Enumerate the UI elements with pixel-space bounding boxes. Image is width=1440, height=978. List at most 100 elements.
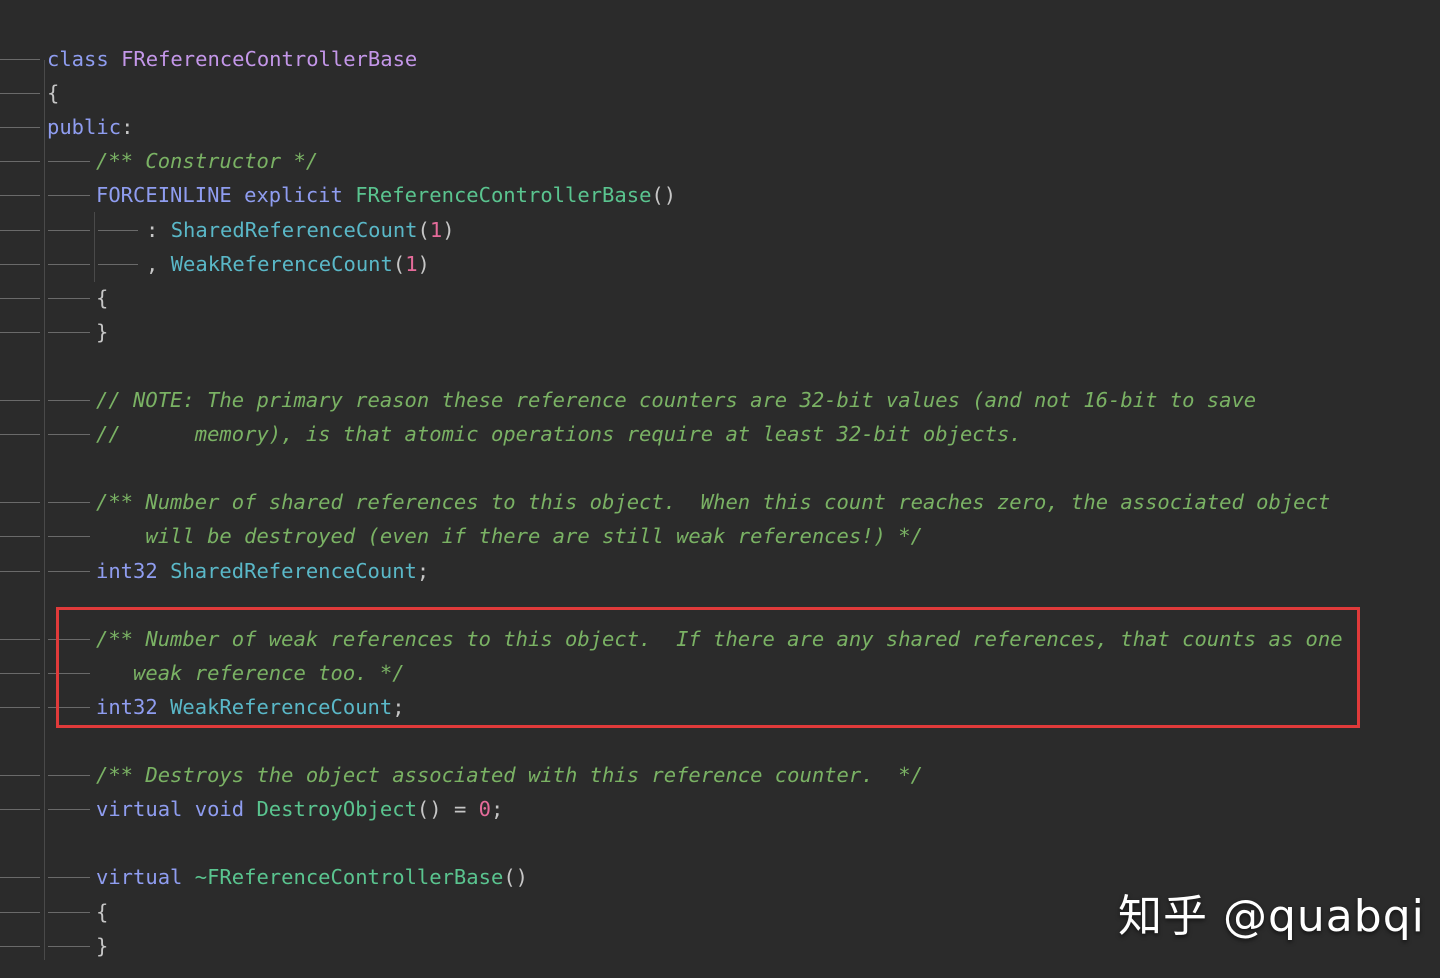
code-text: int32 SharedReferenceCount; [96,554,429,588]
indent-guide [0,297,40,299]
code-line[interactable]: will be destroyed (even if there are sti… [0,519,1440,553]
code-line[interactable] [0,724,1440,758]
code-token: class [47,47,109,71]
code-line[interactable]: // memory), is that atomic operations re… [0,417,1440,451]
indent-guide [0,229,40,231]
code-token: SharedReferenceCount [170,217,418,242]
code-text: public: [47,110,133,144]
code-line[interactable]: /** Constructor */ [0,144,1440,178]
code-line[interactable]: int32 SharedReferenceCount; [0,554,1440,588]
code-token: 1 [429,217,443,242]
code-line[interactable]: { [0,281,1440,315]
indent-guide [0,195,40,197]
indent-guide [48,775,90,777]
code-token: : [121,115,134,140]
code-line[interactable]: // NOTE: The primary reason these refere… [0,383,1440,417]
code-text: } [96,315,108,349]
indent-guide [0,93,40,95]
code-text: class FReferenceControllerBase [47,42,417,76]
code-token: FORCEINLINE [96,183,232,208]
indent-guide [0,638,40,640]
indent-guide [48,331,90,333]
code-line[interactable]: } [0,315,1440,349]
code-line[interactable] [0,826,1440,860]
code-token: DestroyObject [256,797,417,822]
code-token: () = [416,797,479,822]
code-token: public [47,115,122,140]
code-token: { [96,899,109,924]
indent-guide [0,706,40,708]
code-text: // NOTE: The primary reason these refere… [96,383,1256,417]
code-line[interactable]: public: [0,110,1440,144]
code-token: : [146,217,171,242]
indent-guide [0,775,40,777]
code-token: ~FReferenceControllerBase [194,865,504,890]
code-text: virtual ~FReferenceControllerBase() [96,860,528,894]
code-editor[interactable]: class FReferenceControllerBase { public: /*… [0,0,1440,978]
code-text: /** Number of shared references to this … [96,485,1330,519]
indent-guide [0,400,40,401]
indent-guide [0,809,40,811]
code-line[interactable]: virtual void DestroyObject() = 0; [0,792,1440,826]
code-text: { [96,895,108,929]
code-line[interactable]: { [0,76,1440,110]
code-token: } [96,319,109,344]
code-line[interactable]: /** Destroys the object associated with … [0,758,1440,792]
indent-guide [0,127,40,129]
code-token: { [47,81,60,106]
code-text: /** Destroys the object associated with … [96,758,923,792]
code-line[interactable]: FORCEINLINE explicit FReferenceControlle… [0,178,1440,212]
indent-guide [48,809,90,811]
code-text: { [96,281,108,315]
code-text: { [47,76,59,110]
indent-guide [48,877,90,879]
indent-guide [0,434,40,436]
code-text: // memory), is that atomic operations re… [96,417,1022,451]
code-text: virtual void DestroyObject() = 0; [96,792,503,826]
indent-guide [0,877,40,879]
code-token: () [503,865,528,890]
code-text: FORCEINLINE explicit FReferenceControlle… [96,178,676,212]
code-text: } [96,929,108,963]
code-line[interactable]: /** Number of shared references to this … [0,485,1440,519]
indent-guide [0,161,40,163]
code-line[interactable] [0,349,1440,383]
code-token: /** Constructor */ [96,149,319,174]
code-token: void [194,797,245,822]
vertical-indent-guide [94,212,95,282]
code-token: // memory), is that atomic operations re… [96,422,1022,447]
indent-guide [98,263,138,265]
code-token: 1 [405,251,418,276]
code-token: ; [490,797,504,822]
code-token: ( [417,217,430,242]
code-text: /** Constructor */ [96,144,318,178]
indent-guide [0,911,40,913]
indent-guide [48,570,90,572]
code-line[interactable]: class FReferenceControllerBase [0,42,1440,76]
code-token: 0 [478,797,491,822]
code-token: { [96,285,109,310]
code-token: ) [417,251,430,276]
code-token: FReferenceControllerBase [355,183,652,208]
indent-guide [48,536,90,538]
code-token: /** Destroys the object associated with … [96,763,923,788]
vertical-indent-guide [44,60,45,960]
code-line[interactable] [0,451,1440,485]
code-token: int32 [96,558,158,583]
code-token: () [651,183,677,208]
code-token: // NOTE: The primary reason these refere… [96,388,1257,412]
indent-guide [0,263,40,265]
indent-guide [48,945,90,947]
indent-guide [48,502,90,504]
code-token: /** Number of shared references to this … [96,490,1331,515]
indent-guide [0,536,40,538]
code-token: ( [392,251,406,276]
code-line[interactable]: : SharedReferenceCount(1) [0,213,1440,247]
code-line[interactable]: , WeakReferenceCount(1) [0,247,1440,281]
code-text: , WeakReferenceCount(1) [146,247,430,281]
indent-guide [0,502,40,504]
